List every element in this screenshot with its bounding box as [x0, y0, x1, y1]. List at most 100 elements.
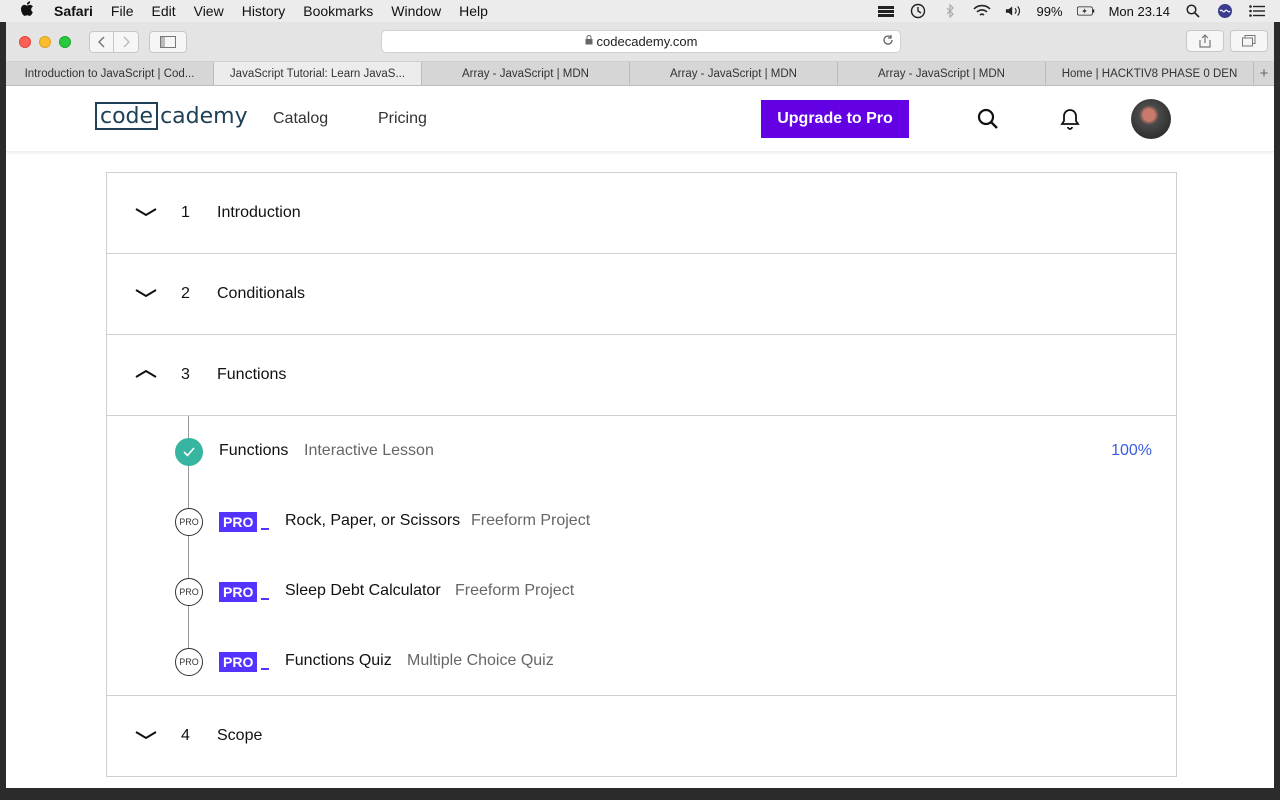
nav-catalog[interactable]: Catalog	[273, 110, 328, 128]
lesson-type: Interactive Lesson	[304, 442, 434, 459]
module-row-expanded[interactable]: 3 Functions	[107, 335, 1176, 416]
tab-title: Array - JavaScript | MDN	[878, 67, 1005, 80]
site-header: code cademy Catalog Pricing Upgrade to Pr…	[6, 86, 1274, 152]
siri-icon[interactable]	[1216, 4, 1234, 18]
status-icon[interactable]	[877, 4, 895, 18]
user-avatar[interactable]	[1131, 99, 1171, 139]
pro-badge-text: PRO	[219, 652, 258, 672]
chevron-right-icon	[123, 35, 130, 48]
menu-bookmarks[interactable]: Bookmarks	[294, 3, 382, 19]
page-content: code cademy Catalog Pricing Upgrade to Pr…	[6, 86, 1274, 788]
browser-tab[interactable]: Array - JavaScript | MDN	[838, 62, 1046, 85]
menu-bar: Safari File Edit View History Bookmarks …	[0, 0, 1280, 22]
maximize-window-button[interactable]	[59, 35, 71, 48]
menu-file[interactable]: File	[102, 3, 143, 19]
spotlight-search-icon[interactable]	[1184, 4, 1202, 18]
module-number: 2	[181, 285, 190, 302]
bell-icon[interactable]	[1058, 107, 1082, 131]
lock-icon	[585, 35, 593, 48]
menu-app-name[interactable]: Safari	[54, 3, 102, 19]
lesson-name: Functions	[219, 442, 289, 459]
tab-title: Home | HACKTIV8 PHASE 0 DEN	[1061, 67, 1238, 80]
browser-tab[interactable]: Home | HACKTIV8 PHASE 0 DEN	[1046, 62, 1254, 85]
module-title: Scope	[217, 727, 263, 744]
menu-window[interactable]: Window	[382, 3, 450, 19]
menu-help[interactable]: Help	[450, 3, 497, 19]
search-icon[interactable]	[976, 107, 1000, 131]
module-row[interactable]: 1 Introduction	[107, 173, 1176, 254]
tab-bar: Introduction to JavaScript | Cod... Java…	[6, 62, 1274, 86]
reload-icon[interactable]	[882, 34, 894, 49]
sidebar-icon	[160, 35, 176, 48]
forward-button[interactable]	[114, 30, 139, 53]
close-window-button[interactable]	[19, 35, 31, 48]
back-button[interactable]	[89, 30, 114, 53]
module-title: Conditionals	[217, 285, 306, 302]
nav-pricing[interactable]: Pricing	[378, 110, 427, 128]
menu-view[interactable]: View	[185, 3, 233, 19]
lesson-item[interactable]: PRO PRO Sleep Debt Calculator Freeform P…	[107, 571, 1176, 611]
chevron-up-icon	[135, 369, 157, 378]
pro-badge: PRO	[219, 582, 270, 602]
pro-badge-cursor	[261, 668, 270, 670]
chevron-down-icon	[135, 731, 157, 740]
tab-overview-button[interactable]	[1230, 30, 1268, 52]
chevron-down-icon	[135, 289, 157, 298]
lesson-type: Multiple Choice Quiz	[407, 652, 554, 669]
bluetooth-icon[interactable]	[941, 4, 959, 18]
volume-icon[interactable]	[1005, 4, 1023, 18]
browser-tab-active[interactable]: JavaScript Tutorial: Learn JavaS...	[214, 62, 422, 85]
lesson-item[interactable]: PRO PRO Rock, Paper, or Scissors Freefor…	[107, 501, 1176, 541]
logo-rest-text: cademy	[160, 103, 248, 129]
upgrade-to-pro-button[interactable]: Upgrade to Pro	[761, 100, 909, 138]
history-nav	[89, 30, 139, 53]
module-row[interactable]: 2 Conditionals	[107, 254, 1176, 335]
menu-edit[interactable]: Edit	[142, 3, 184, 19]
pro-badge-text: PRO	[219, 582, 258, 602]
module-title: Functions	[217, 366, 287, 383]
module-number: 1	[181, 204, 190, 221]
notification-center-icon[interactable]	[1248, 4, 1266, 18]
wifi-icon[interactable]	[972, 4, 991, 18]
lesson-type: Freeform Project	[455, 582, 575, 599]
lesson-item[interactable]: Functions Interactive Lesson 100%	[107, 431, 1176, 471]
url-text: codecademy.com	[596, 34, 698, 49]
browser-toolbar: codecademy.com	[6, 22, 1274, 62]
pro-badge-text: PRO	[219, 512, 258, 532]
pro-badge: PRO	[219, 652, 270, 672]
lesson-item[interactable]: PRO PRO Functions Quiz Multiple Choice Q…	[107, 641, 1176, 681]
lesson-name: Functions Quiz	[285, 652, 392, 669]
checkmark-icon	[175, 438, 203, 466]
tab-title: Array - JavaScript | MDN	[670, 67, 797, 80]
new-tab-button[interactable]: +	[1254, 62, 1274, 85]
lesson-name: Rock, Paper, or Scissors	[285, 512, 461, 529]
battery-icon[interactable]	[1076, 4, 1095, 18]
lesson-list: Functions Interactive Lesson 100% PRO PR…	[107, 416, 1176, 696]
tab-title: Introduction to JavaScript | Cod...	[24, 67, 195, 80]
pro-badge-cursor	[261, 598, 270, 600]
clock[interactable]: Mon 23.14	[1109, 4, 1170, 19]
browser-tab[interactable]: Array - JavaScript | MDN	[630, 62, 838, 85]
syllabus: 1 Introduction 2 Conditionals 3 Function…	[106, 172, 1177, 777]
address-bar[interactable]: codecademy.com	[381, 30, 901, 53]
browser-tab[interactable]: Array - JavaScript | MDN	[422, 62, 630, 85]
menu-history[interactable]: History	[233, 3, 295, 19]
share-button[interactable]	[1186, 30, 1224, 52]
browser-tab[interactable]: Introduction to JavaScript | Cod...	[6, 62, 214, 85]
minimize-window-button[interactable]	[39, 35, 51, 48]
browser-window: codecademy.com Introduction to JavaScrip…	[6, 22, 1274, 788]
plus-icon: +	[1259, 65, 1269, 82]
module-row[interactable]: 4 Scope	[107, 696, 1176, 777]
module-title: Introduction	[217, 204, 301, 221]
share-icon	[1199, 34, 1211, 48]
pro-lock-marker: PRO	[175, 508, 203, 536]
time-machine-icon[interactable]	[909, 3, 927, 19]
chevron-left-icon	[97, 35, 105, 48]
pro-badge: PRO	[219, 512, 270, 532]
codecademy-logo[interactable]: code cademy	[95, 102, 248, 130]
sidebar-toggle-button[interactable]	[149, 30, 187, 53]
tab-title: JavaScript Tutorial: Learn JavaS...	[229, 67, 406, 80]
apple-icon[interactable]	[0, 1, 54, 21]
tabs-icon	[1242, 35, 1256, 47]
chevron-down-icon	[135, 208, 157, 217]
